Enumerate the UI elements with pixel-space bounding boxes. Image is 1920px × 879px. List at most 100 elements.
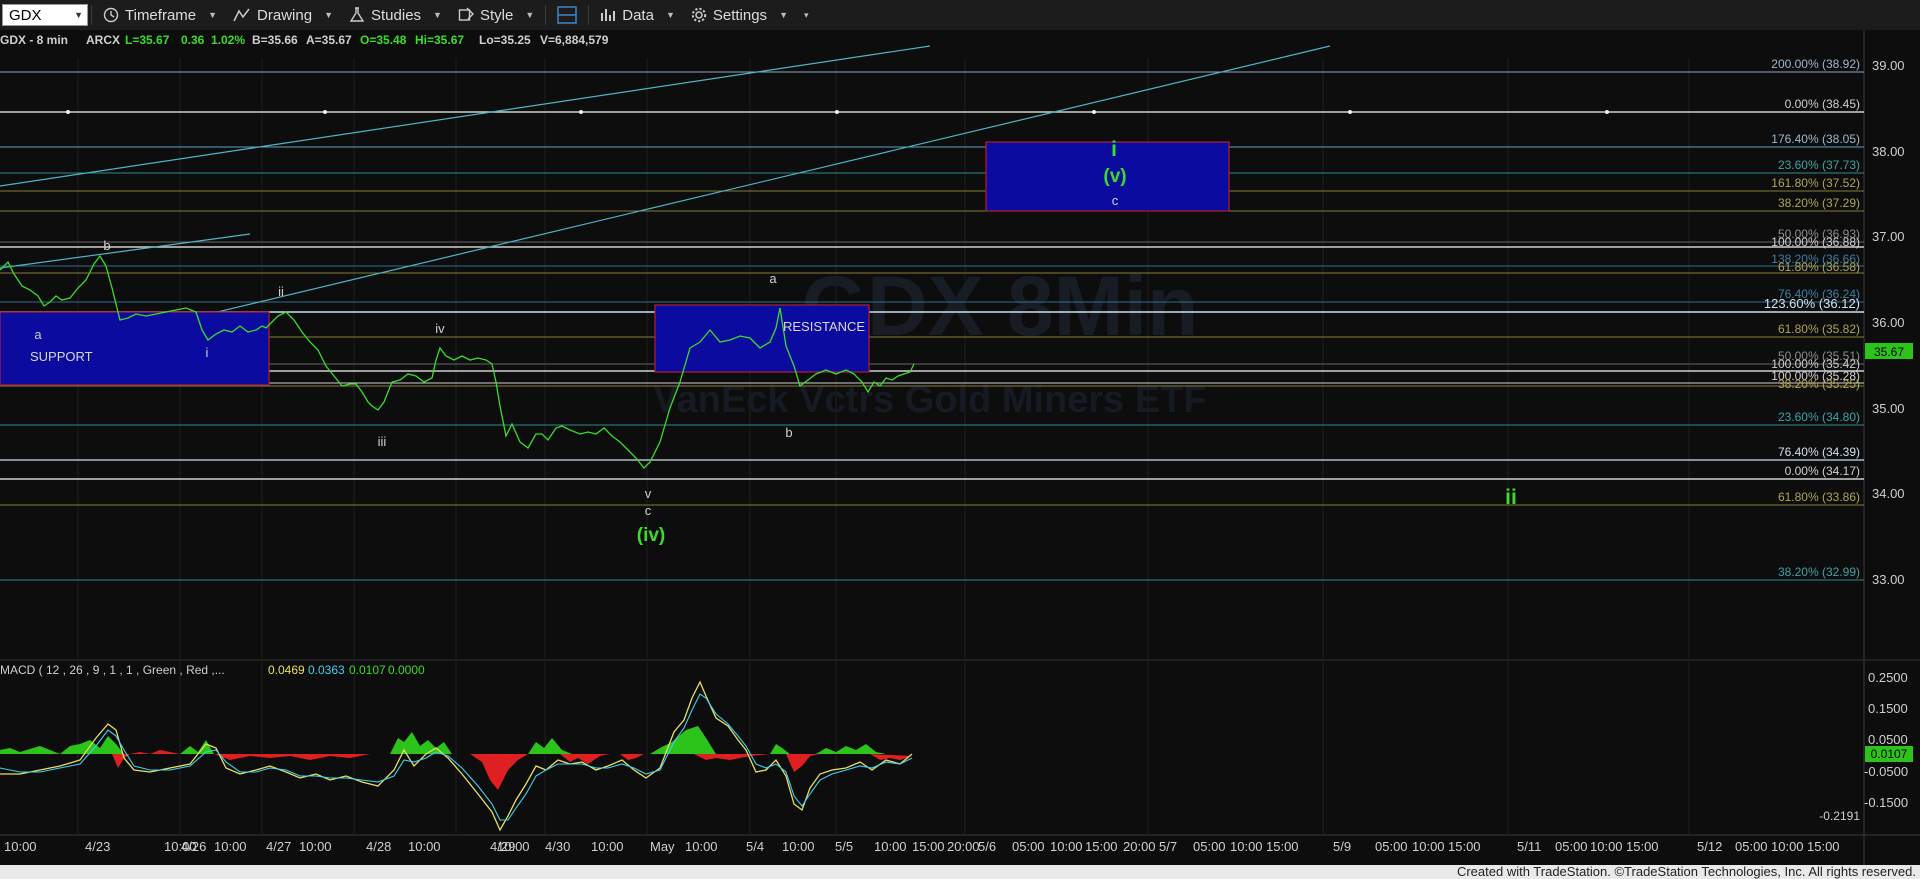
fib-label: 38.20% (37.29) — [1778, 196, 1860, 210]
svg-text:(iv): (iv) — [637, 525, 666, 546]
fib-label: 0.00% (34.17) — [1785, 464, 1860, 478]
macd-label: MACD ( 12 , 26 , 9 , 1 , 1 , Green , Red… — [0, 663, 225, 677]
toolbar-divider — [91, 5, 92, 25]
time-axis-label: 5/5 — [835, 839, 853, 854]
header-change-pct: 1.02% — [211, 33, 245, 47]
svg-text:a: a — [34, 327, 42, 342]
time-axis-label: 10:00 — [1590, 839, 1623, 854]
fib-label: 161.80% (37.52) — [1771, 176, 1860, 190]
header-change: 0.36 — [181, 33, 205, 47]
svg-text:0.1500: 0.1500 — [1868, 701, 1908, 716]
svg-text:iv: iv — [435, 321, 445, 336]
timeframe-label: Timeframe — [125, 6, 197, 24]
studies-button[interactable]: Studies ▼ — [341, 0, 450, 30]
time-axis-label: 10:00 — [4, 839, 37, 854]
watermark-subtitle: VanEck Vctrs Gold Miners ETF — [653, 379, 1206, 421]
macd-value-2: 0.0363 — [308, 663, 345, 677]
fib-label: 61.80% (36.58) — [1778, 260, 1860, 274]
toolbar-overflow-button[interactable]: ▾ — [796, 0, 817, 30]
fib-label: 23.60% (37.73) — [1778, 158, 1860, 172]
time-axis-label: 10:00 — [874, 839, 907, 854]
data-label: Data — [622, 6, 654, 24]
time-axis-label: 10:00 — [1050, 839, 1083, 854]
chevron-down-icon: ▼ — [525, 10, 535, 20]
time-axis-label: 05:00 — [1735, 839, 1768, 854]
time-axis-label: May — [650, 839, 675, 854]
style-icon — [458, 7, 474, 21]
time-axis-label: 10:00 — [1771, 839, 1804, 854]
time-axis-label: 10:00 — [782, 839, 815, 854]
time-axis-label: 5/11 — [1517, 839, 1541, 854]
fib-label: 123.60% (36.12) — [1764, 296, 1860, 311]
flask-icon — [349, 7, 365, 22]
time-axis-label: 15:00 — [1448, 839, 1481, 854]
time-axis-label: 10:00 — [299, 839, 332, 854]
svg-text:0.0500: 0.0500 — [1868, 732, 1908, 747]
time-axis-label: 05:00 — [1375, 839, 1408, 854]
fib-label: 0.00% (38.45) — [1785, 97, 1860, 111]
time-axis-label: 4/27 — [266, 839, 291, 854]
macd-current-value: 0.0107 — [1871, 747, 1908, 761]
chevron-down-icon: ▼ — [665, 10, 675, 20]
svg-text:0.2500: 0.2500 — [1868, 670, 1908, 685]
svg-text:35.00: 35.00 — [1872, 401, 1905, 416]
fib-label: 38.20% (32.99) — [1778, 565, 1860, 579]
settings-button[interactable]: Settings ▼ — [683, 0, 796, 30]
svg-text:a: a — [769, 271, 777, 286]
time-axis-label: 5/4 — [746, 839, 764, 854]
time-axis-label: 15:00 — [1626, 839, 1659, 854]
svg-text:38.00: 38.00 — [1872, 144, 1905, 159]
time-axis: 10:00 4/23 10:00 4/26 10:00 4/27 10:00 4/28 10:0… — [4, 839, 1840, 854]
footer-copyright: Created with TradeStation. ©TradeStation… — [0, 865, 1920, 879]
time-axis-label: 5/7 — [1159, 839, 1177, 854]
svg-text:b: b — [103, 238, 110, 253]
toolbar-divider — [545, 5, 547, 25]
svg-text:v: v — [645, 486, 652, 501]
header-volume: V=6,884,579 — [540, 33, 609, 47]
svg-text:39.00: 39.00 — [1872, 58, 1905, 73]
style-label: Style — [479, 6, 514, 24]
svg-text:c: c — [1112, 193, 1119, 208]
support-label: SUPPORT — [30, 349, 93, 364]
time-axis-label: 4/23 — [85, 839, 110, 854]
chevron-down-icon: ▼ — [433, 10, 442, 20]
chevron-down-icon: ▾ — [803, 9, 809, 20]
header-symbol: GDX - 8 min — [0, 33, 68, 47]
data-button[interactable]: Data ▼ — [592, 0, 683, 30]
time-axis-label: 4/28 — [366, 839, 391, 854]
time-axis-label: 15:00 — [912, 839, 945, 854]
bar-chart-icon — [601, 9, 616, 21]
header-high: Hi=35.67 — [415, 33, 464, 47]
timeframe-button[interactable]: Timeframe ▼ — [95, 0, 225, 30]
macd-low-label: -0.2191 — [1819, 809, 1860, 823]
fib-label: 200.00% (38.92) — [1771, 57, 1860, 71]
macd-value-1: 0.0469 — [268, 663, 305, 677]
svg-text:i: i — [1111, 138, 1117, 161]
studies-label: Studies — [371, 6, 422, 24]
chevron-down-icon: ▼ — [324, 10, 333, 20]
fib-label: 176.40% (38.05) — [1771, 132, 1860, 146]
current-price-value: 35.67 — [1874, 345, 1904, 359]
price-chart[interactable]: GDX 8Min VanEck Vctrs Gold Miners ETF SU… — [0, 30, 1920, 879]
drawing-button[interactable]: Drawing ▼ — [225, 0, 341, 30]
svg-text:i: i — [206, 345, 209, 360]
header-bid: B=35.66 — [252, 33, 298, 47]
time-axis-label: 15:00 — [1085, 839, 1118, 854]
time-axis-label: 20:00 — [1123, 839, 1156, 854]
chevron-down-icon: ▼ — [208, 10, 218, 20]
chevron-down-icon: ▼ — [779, 10, 788, 20]
fib-label: 76.40% (34.39) — [1778, 445, 1860, 459]
symbol-value: GDX — [9, 6, 42, 24]
svg-text:ii: ii — [278, 284, 284, 299]
time-axis-label: 05:00 — [1193, 839, 1226, 854]
style-button[interactable]: Style ▼ — [450, 0, 542, 30]
symbol-selector[interactable]: GDX ▼ — [2, 4, 88, 26]
layout-button[interactable] — [549, 0, 585, 30]
header-exchange: ARCX — [86, 33, 120, 47]
drawing-icon — [233, 8, 250, 22]
svg-text:-0.1500: -0.1500 — [1864, 795, 1908, 810]
time-axis-label: 5/9 — [1333, 839, 1351, 854]
fib-label: 61.80% (33.86) — [1778, 490, 1860, 504]
macd-value-3: 0.0107 — [349, 663, 386, 677]
svg-text:b: b — [785, 425, 792, 440]
